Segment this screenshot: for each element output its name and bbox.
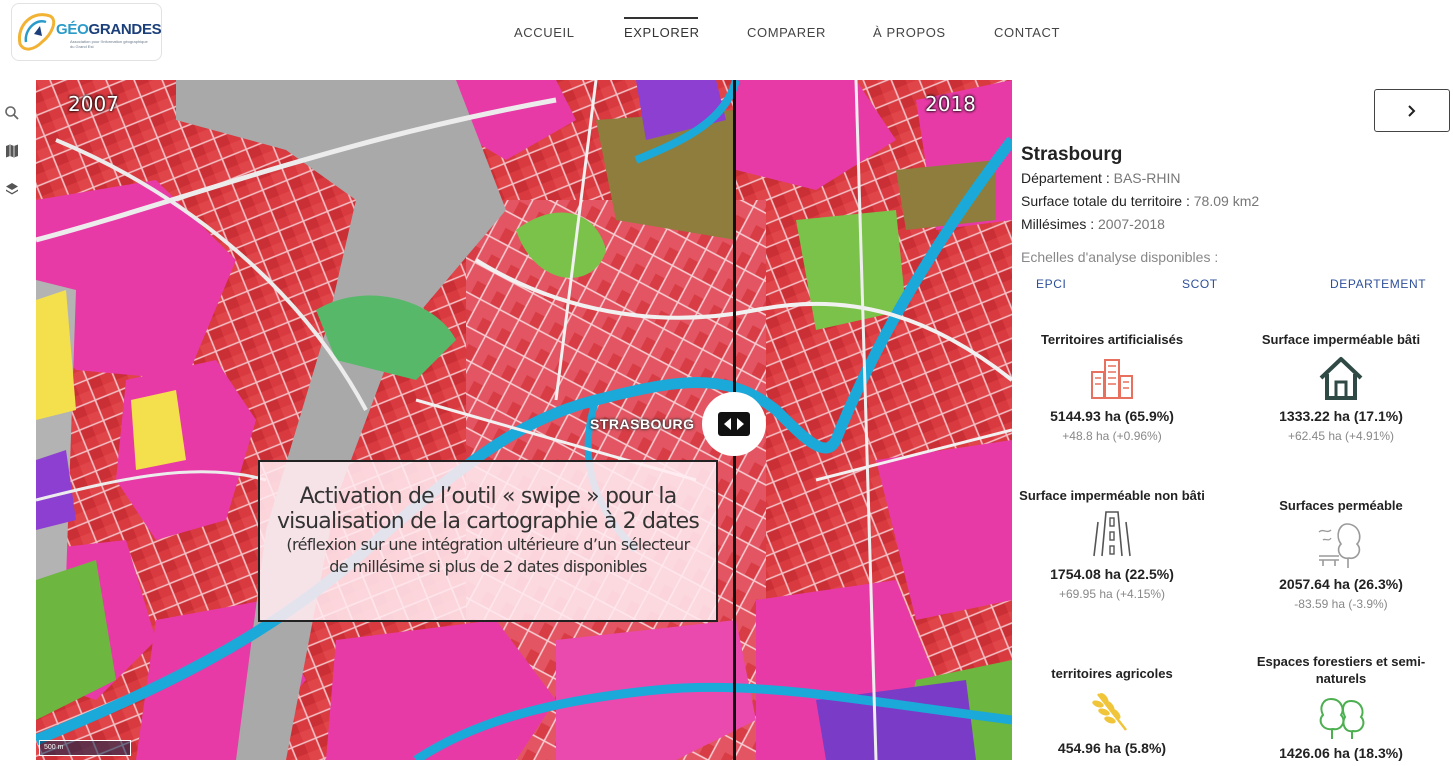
stat-card-espaces-forestiers[interactable]: Espaces forestiers et semi-naturels 1426… [1241, 653, 1441, 766]
card-delta: +48.8 ha (+0.96%) [1062, 429, 1162, 443]
scale-link-epci[interactable]: EPCI [1036, 277, 1066, 291]
card-title: Surfaces perméable [1279, 498, 1403, 513]
nav-explorer[interactable]: EXPLORER [624, 25, 700, 40]
stat-card-territoires-agricoles[interactable]: territoires agricoles 454.96 ha (5.8%) [1012, 665, 1212, 761]
millesimes-value: 2007-2018 [1098, 216, 1165, 232]
card-title: Espaces forestiers et semi-naturels [1256, 654, 1426, 686]
year-right-label: 2018 [925, 92, 976, 116]
scale-link-scot[interactable]: SCOT [1182, 277, 1218, 291]
territory-info-panel: Strasbourg Département : BAS-RHIN Surfac… [1012, 80, 1453, 761]
park-icon [1318, 523, 1361, 568]
departement-row: Département : BAS-RHIN [1021, 170, 1181, 186]
top-header: GÉOGRANDEST Association pour l'informati… [0, 0, 1453, 66]
map-view[interactable]: 2007 2018 STRASBOURG Activation de l’out… [36, 80, 1012, 760]
swipe-annotation-box: Activation de l’outil « swipe » pour la … [258, 460, 718, 622]
nav-contact[interactable]: CONTACT [994, 25, 1060, 40]
scales-title: Echelles d'analyse disponibles : [1021, 249, 1219, 265]
house-icon [1319, 357, 1363, 400]
swipe-handle[interactable] [702, 392, 766, 456]
annotation-sub-text: (réflexion sur une intégration ultérieur… [286, 535, 690, 576]
road-icon [1093, 511, 1131, 557]
map-city-label: STRASBOURG [590, 416, 695, 432]
departement-value: BAS-RHIN [1113, 170, 1181, 186]
millesimes-label: Millésimes : [1021, 216, 1099, 232]
stat-card-surface-impermeable-non-bati[interactable]: Surface imperméable non bâti 1754.08 ha … [1012, 487, 1212, 601]
landuse-map-canvas[interactable] [36, 80, 1012, 760]
surface-row: Surface totale du territoire : 78.09 km2 [1021, 193, 1259, 209]
geograndest-logo[interactable]: GÉOGRANDEST Association pour l'informati… [11, 3, 162, 61]
surface-label: Surface totale du territoire : [1021, 193, 1194, 209]
millesimes-row: Millésimes : 2007-2018 [1021, 216, 1165, 232]
card-title: Surface imperméable bâti [1261, 332, 1421, 347]
stat-card-surface-impermeable-bati[interactable]: Surface imperméable bâti 1333.22 ha (17.… [1241, 331, 1441, 443]
card-delta: +69.95 ha (+4.15%) [1058, 587, 1166, 601]
annotation-main-text: Activation de l’outil « swipe » pour la … [276, 484, 700, 534]
surface-value: 78.09 km2 [1193, 193, 1260, 209]
layers-icon[interactable] [3, 180, 21, 198]
logo-wordmark: GÉOGRANDEST [56, 21, 162, 38]
card-value: 2057.64 ha (26.3%) [1279, 576, 1403, 592]
panel-toggle-button[interactable] [1374, 89, 1450, 132]
card-value: 5144.93 ha (65.9%) [1050, 408, 1174, 424]
year-left-label: 2007 [68, 92, 119, 116]
nav-a-propos[interactable]: À PROPOS [873, 25, 946, 40]
logo-part-geo: GÉO [56, 21, 89, 38]
card-value: 1333.22 ha (17.1%) [1279, 408, 1403, 424]
stat-card-territoires-artificialises[interactable]: Territoires artificialisés 5144.93 ha (6… [1012, 331, 1212, 443]
card-value: 454.96 ha (5.8%) [1057, 740, 1167, 756]
card-value: 1754.08 ha (22.5%) [1050, 566, 1174, 582]
departement-label: Département : [1021, 170, 1114, 186]
map-icon[interactable] [3, 142, 21, 160]
stat-card-surfaces-permeable[interactable]: Surfaces perméable 2057.64 ha (26.3%) -8… [1241, 497, 1441, 611]
card-title: Territoires artificialisés [1040, 332, 1184, 347]
card-title: Surface imperméable non bâti [1019, 488, 1205, 503]
territory-name: Strasbourg [1021, 144, 1123, 165]
nav-accueil[interactable]: ACCUEIL [514, 25, 575, 40]
nav-comparer[interactable]: COMPARER [747, 25, 826, 40]
wheat-icon [1092, 693, 1127, 731]
map-scale-bar: 500 m [39, 740, 131, 756]
buildings-icon [1091, 359, 1133, 399]
logo-tagline: Association pour l'information géographi… [70, 39, 148, 49]
card-value: 1426.06 ha (18.3%) [1279, 745, 1403, 761]
scale-link-departement[interactable]: DEPARTEMENT [1330, 277, 1426, 291]
swipe-arrows-icon [718, 412, 750, 436]
card-delta: -83.59 ha (-3.9%) [1294, 597, 1388, 611]
nav-active-underline [624, 17, 698, 19]
trees-icon [1319, 697, 1365, 739]
chevron-right-icon [1408, 104, 1416, 117]
card-title: territoires agricoles [1051, 666, 1173, 681]
logo-part-grandest: GRANDEST [88, 21, 162, 38]
card-delta: +62.45 ha (+4.91%) [1287, 429, 1395, 443]
search-icon[interactable] [3, 104, 21, 122]
